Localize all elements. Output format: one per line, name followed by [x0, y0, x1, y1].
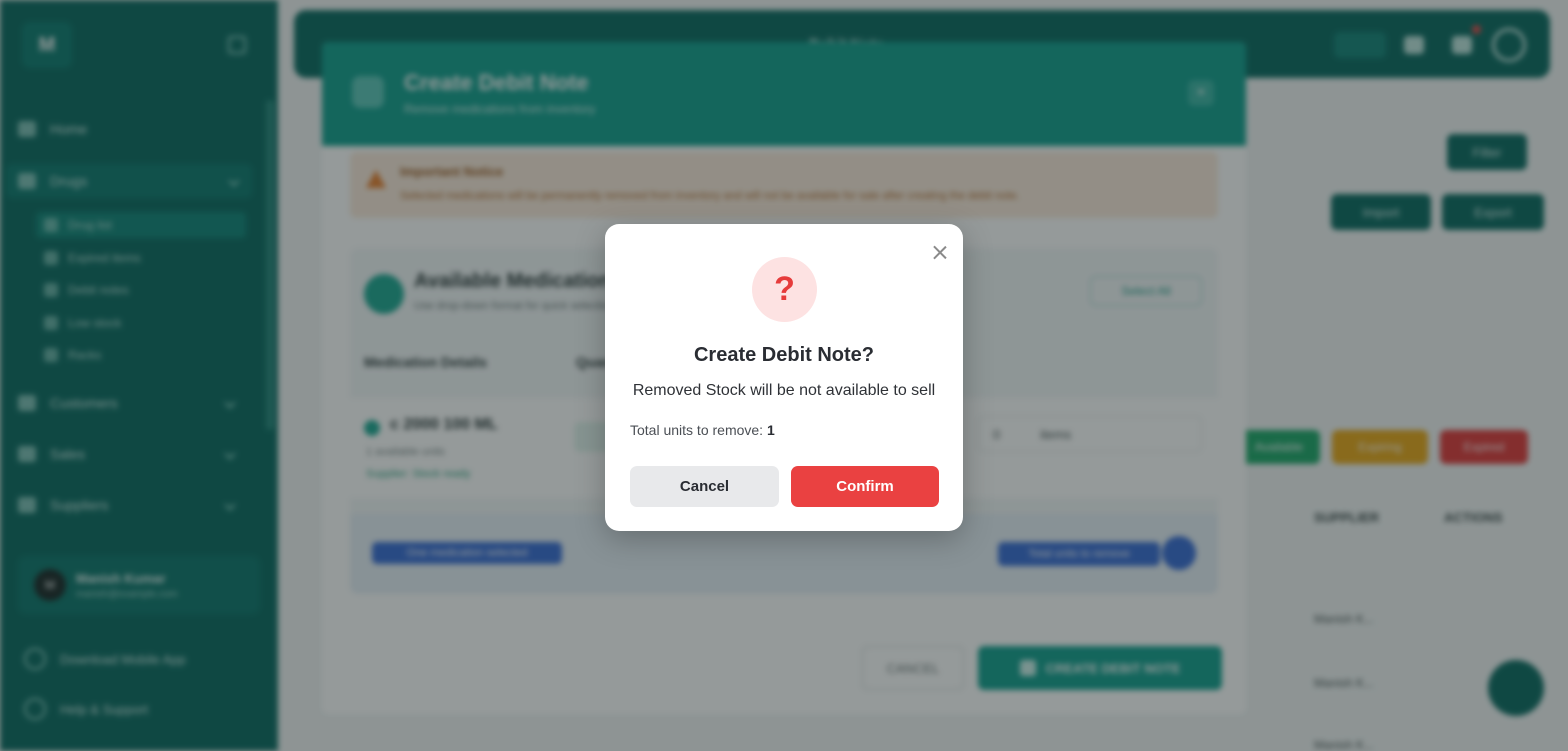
confirm-button[interactable]: Confirm: [791, 466, 939, 507]
question-icon: ?: [752, 257, 817, 322]
dialog-message: Removed Stock will be not available to s…: [632, 382, 936, 399]
close-icon[interactable]: [930, 243, 950, 263]
total-units-value: 1: [766, 422, 775, 438]
total-units-line: Total units to remove: 1: [630, 422, 775, 438]
confirm-dialog: ? Create Debit Note? Removed Stock will …: [605, 224, 963, 531]
cancel-button[interactable]: Cancel: [630, 466, 779, 507]
dialog-title: Create Debit Note?: [693, 344, 875, 366]
total-units-label: Total units to remove:: [630, 422, 767, 438]
